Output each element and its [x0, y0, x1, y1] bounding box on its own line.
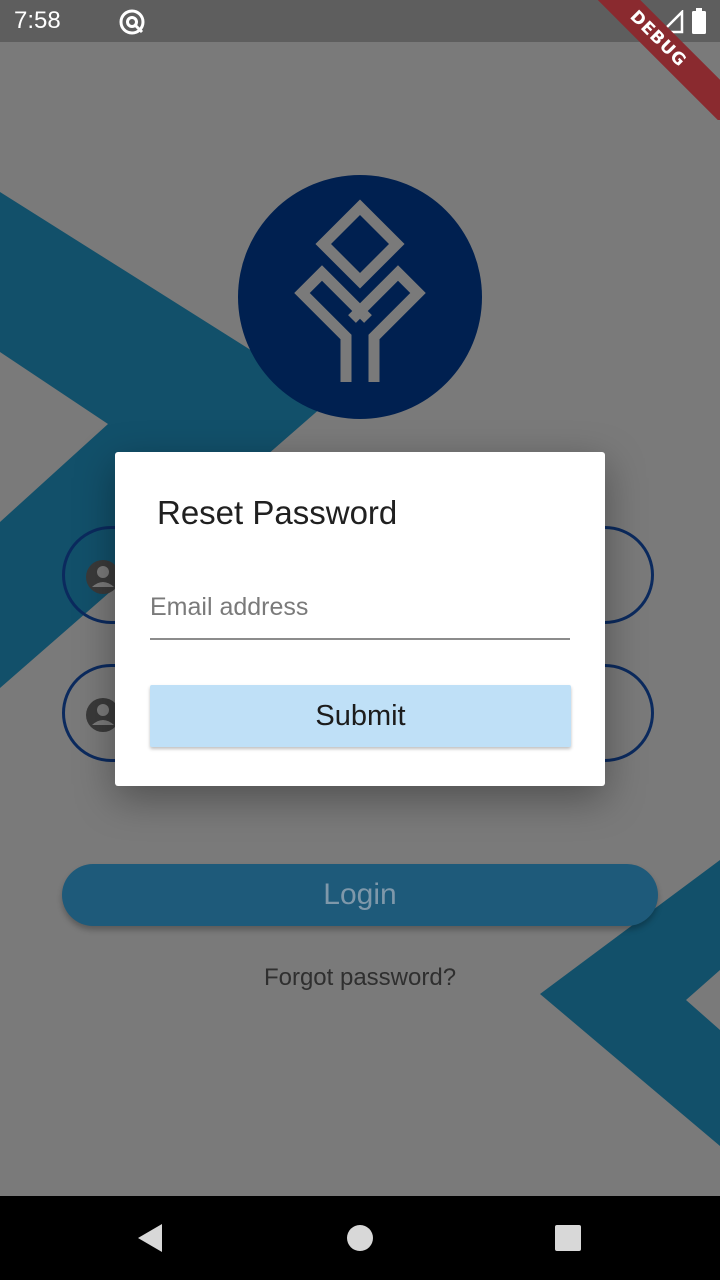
back-icon[interactable] [132, 1218, 172, 1258]
email-field[interactable] [150, 576, 570, 640]
home-icon[interactable] [340, 1218, 380, 1258]
dialog-title: Reset Password [157, 494, 398, 531]
login-button[interactable]: Login [62, 864, 658, 926]
submit-button[interactable]: Submit [150, 685, 571, 747]
reset-password-dialog: Reset Password Submit [115, 452, 605, 786]
brand-logo [238, 175, 482, 419]
recents-icon[interactable] [548, 1218, 588, 1258]
forgot-password-link[interactable]: Forgot password? [0, 964, 720, 992]
nav-bar [0, 1196, 720, 1280]
